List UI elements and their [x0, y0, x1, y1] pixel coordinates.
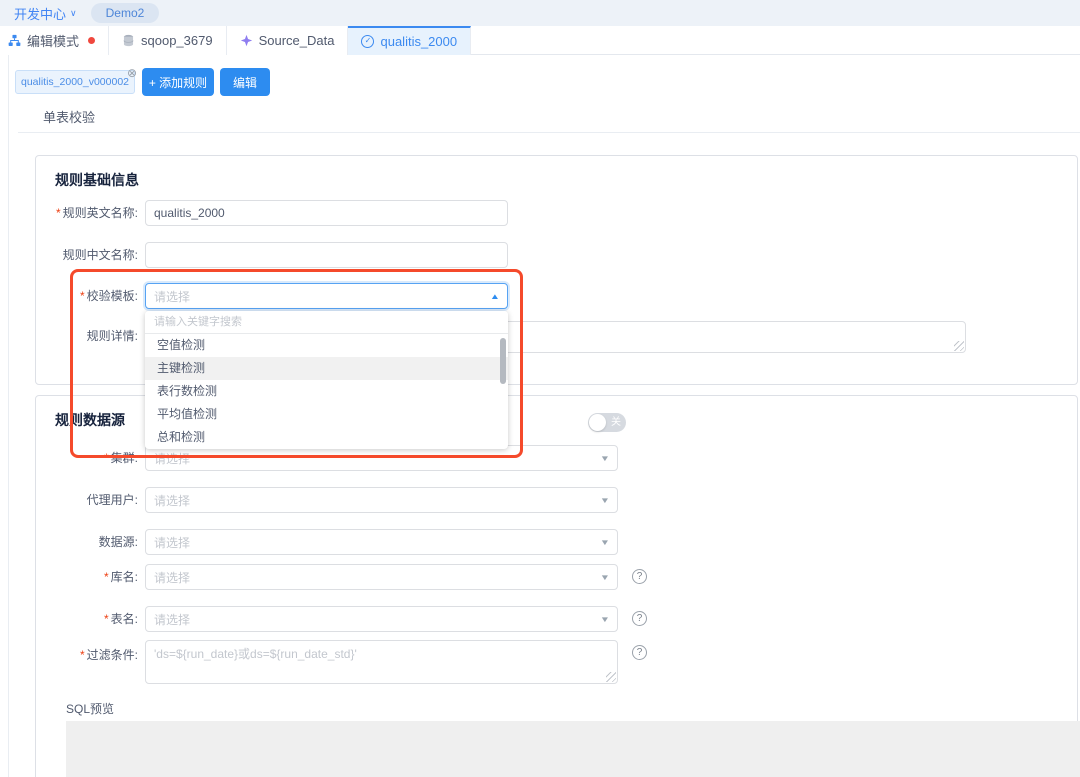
dropdown-option-highlighted[interactable]: 主键检测: [145, 357, 508, 380]
caret-down-icon: ▼: [600, 615, 610, 624]
field-label-cn-name: 规则中文名称:: [40, 242, 138, 268]
database-icon: [122, 34, 135, 47]
tab-source-data[interactable]: Source_Data: [227, 26, 349, 55]
workspace-bar: 开发中心 ∨ Demo2: [0, 0, 1080, 26]
editor-tabbar: 编辑模式 sqoop_3679 Source_Data ✓ qualitis_2…: [0, 26, 1080, 55]
panel-divider: [8, 55, 9, 777]
help-icon[interactable]: ?: [632, 569, 647, 584]
dropdown-option[interactable]: 总和检测: [145, 426, 508, 449]
scrollbar-thumb[interactable]: [500, 338, 506, 384]
resize-grip-icon[interactable]: [606, 672, 616, 682]
filter-condition-textarea[interactable]: [145, 640, 618, 684]
divider: [18, 132, 1080, 133]
template-dropdown-panel: 空值检测 主键检测 表行数检测 平均值检测 总和检测: [145, 311, 508, 449]
tab-edit-mode[interactable]: 编辑模式: [0, 26, 109, 55]
field-label-filter: *过滤条件:: [40, 642, 138, 668]
tab-single-table-check[interactable]: 单表校验: [43, 107, 95, 126]
required-asterisk: *: [56, 206, 61, 220]
field-label-detail: 规则详情:: [40, 323, 138, 349]
tab-label: qualitis_2000: [380, 34, 457, 49]
template-select[interactable]: 请选择 ▲: [145, 283, 508, 309]
tab-qualitis-2000[interactable]: ✓ qualitis_2000: [348, 26, 471, 55]
caret-down-icon: ▼: [600, 538, 610, 547]
caret-up-icon: ▲: [490, 292, 500, 301]
datasource-toggle[interactable]: 关: [588, 413, 626, 432]
workspace-menu[interactable]: 开发中心 ∨: [14, 4, 77, 23]
caret-down-icon: ▼: [600, 496, 610, 505]
field-label-cluster: *集群:: [40, 445, 138, 471]
proxy-user-select[interactable]: 请选择 ▼: [145, 487, 618, 513]
required-asterisk: *: [80, 648, 85, 662]
workspace-label: 开发中心: [14, 4, 66, 23]
edit-button[interactable]: 编辑: [220, 68, 270, 96]
page: 开发中心 ∨ Demo2 编辑模式 sqoop_3679 Source_Data: [0, 0, 1080, 777]
shield-check-icon: ✓: [361, 35, 374, 48]
dropdown-search-input[interactable]: [145, 311, 508, 334]
help-icon[interactable]: ?: [632, 645, 647, 660]
section-title-basic-info: 规则基础信息: [55, 170, 139, 190]
required-asterisk: *: [104, 570, 109, 584]
spark-icon: [240, 34, 253, 47]
dropdown-option[interactable]: 平均值检测: [145, 403, 508, 426]
tab-label: 编辑模式: [27, 31, 79, 50]
database-select[interactable]: 请选择 ▼: [145, 564, 618, 590]
required-asterisk: *: [80, 289, 85, 303]
field-label-proxy-user: 代理用户:: [40, 487, 138, 513]
section-title-datasource: 规则数据源: [55, 410, 125, 430]
required-asterisk: *: [104, 612, 109, 626]
sql-preview-area: [66, 721, 1080, 777]
tab-label: sqoop_3679: [141, 33, 213, 48]
field-label-datasource: 数据源:: [40, 529, 138, 555]
chevron-down-icon: ∨: [70, 8, 77, 19]
rule-version-label: qualitis_2000_v000002: [21, 76, 129, 88]
dropdown-option[interactable]: 空值检测: [145, 334, 508, 357]
field-label-template: *校验模板:: [40, 283, 138, 309]
table-select[interactable]: 请选择 ▼: [145, 606, 618, 632]
template-select-placeholder: 请选择: [154, 288, 491, 305]
unsaved-dot-icon: [88, 37, 95, 44]
tab-sqoop-3679[interactable]: sqoop_3679: [109, 26, 227, 55]
sitemap-icon: [8, 34, 21, 47]
dropdown-option[interactable]: 表行数检测: [145, 380, 508, 403]
datasource-select[interactable]: 请选择 ▼: [145, 529, 618, 555]
tab-label: Source_Data: [259, 33, 335, 48]
project-tab[interactable]: Demo2: [91, 3, 160, 23]
required-asterisk: *: [104, 451, 109, 465]
resize-grip-icon[interactable]: [954, 341, 964, 351]
caret-down-icon: ▼: [600, 573, 610, 582]
caret-down-icon: ▼: [600, 454, 610, 463]
rule-cn-name-input[interactable]: [145, 242, 508, 268]
field-label-database: *库名:: [40, 564, 138, 590]
add-rule-button[interactable]: + 添加规则: [142, 68, 214, 96]
toggle-knob: [589, 414, 606, 431]
close-icon[interactable]: ⊗: [127, 62, 137, 84]
field-label-table: *表名:: [40, 606, 138, 632]
rule-en-name-input[interactable]: [145, 200, 508, 226]
field-label-en-name: *规则英文名称:: [40, 200, 138, 226]
sql-preview-label: SQL预览: [66, 700, 114, 717]
help-icon[interactable]: ?: [632, 611, 647, 626]
toggle-state-label: 关: [611, 416, 621, 429]
rule-version-chip[interactable]: qualitis_2000_v000002 ⊗: [15, 70, 135, 94]
